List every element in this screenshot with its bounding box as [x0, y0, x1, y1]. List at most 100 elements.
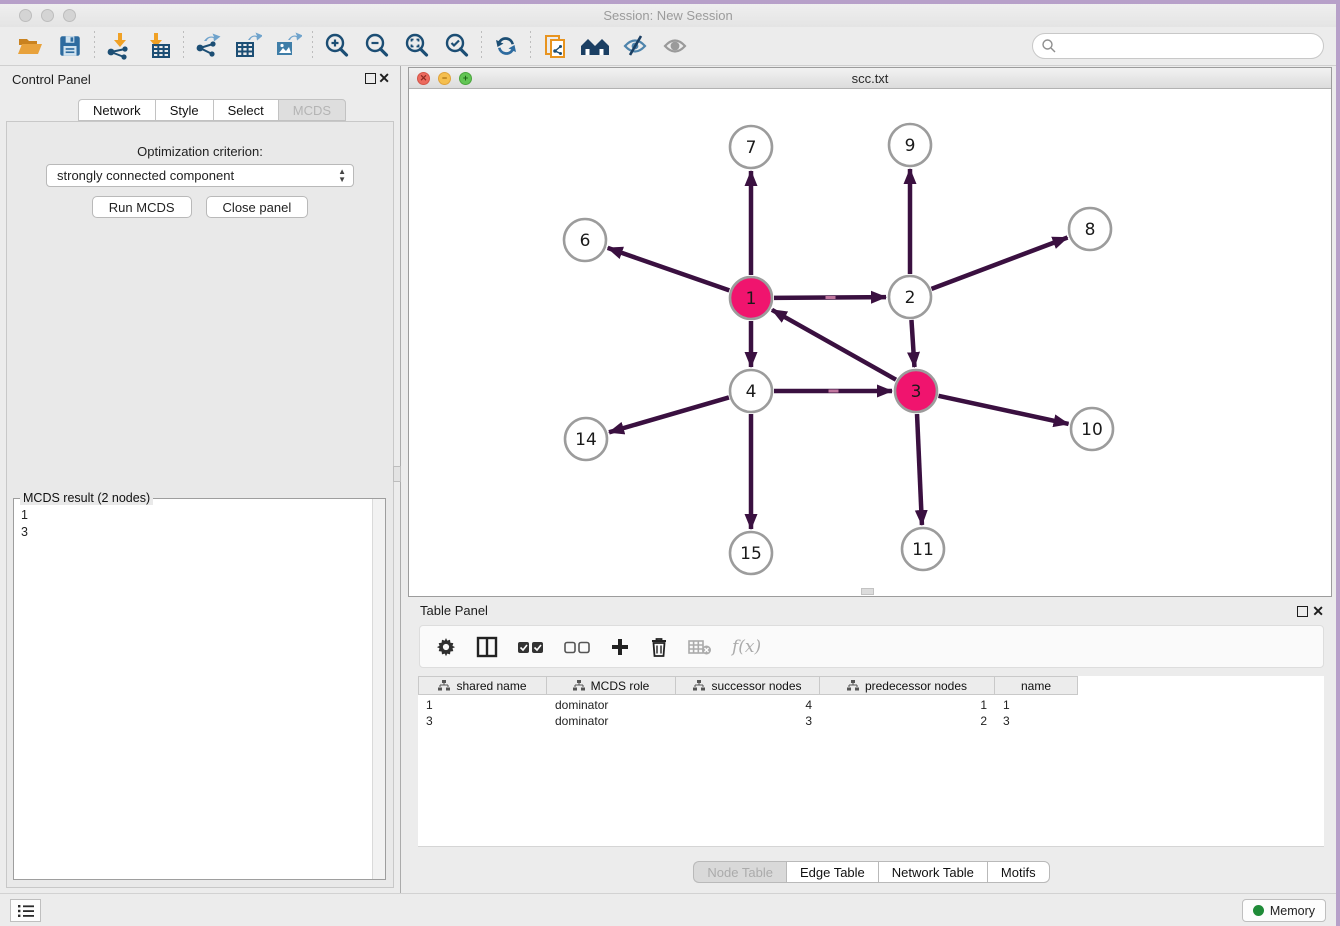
zoom-fit-icon[interactable]	[397, 30, 437, 62]
table-panel-title: Table Panel	[420, 603, 488, 618]
clone-network-icon[interactable]	[535, 30, 575, 62]
graph-node-label: 14	[575, 430, 597, 450]
graph-edge-1-6[interactable]	[608, 248, 730, 290]
cell-mcds-role[interactable]: dominator	[547, 697, 676, 713]
optimization-criterion-label: Optimization criterion:	[7, 144, 393, 159]
node-table: shared name MCDS role successor nodes pr…	[418, 676, 1324, 847]
mcds-result-list[interactable]: 1 3	[14, 499, 372, 879]
table-options-icon[interactable]	[436, 637, 456, 657]
zoom-in-icon[interactable]	[317, 30, 357, 62]
network-view-window: ✕ − + scc.txt 7968124314101511	[408, 67, 1332, 597]
cell-predecessor-nodes[interactable]: 1	[820, 697, 995, 713]
export-image-icon[interactable]	[268, 30, 308, 62]
control-panel-tabs: Network Style Select MCDS	[78, 99, 346, 121]
tree-icon	[573, 680, 585, 691]
network-window-title: scc.txt	[409, 71, 1331, 86]
graph-edge-3-1[interactable]	[772, 310, 896, 380]
cell-shared-name[interactable]: 1	[418, 697, 547, 713]
cell-name[interactable]: 3	[995, 713, 1078, 729]
task-history-button[interactable]	[10, 899, 41, 922]
horizontal-splitter-handle[interactable]	[861, 588, 874, 595]
column-header-name[interactable]: name	[995, 676, 1078, 695]
cell-predecessor-nodes[interactable]: 2	[820, 713, 995, 729]
tab-mcds[interactable]: MCDS	[278, 99, 346, 121]
close-panel-button[interactable]: Close panel	[206, 196, 309, 218]
select-all-check-icon[interactable]	[518, 640, 544, 654]
cell-successor-nodes[interactable]: 4	[676, 697, 820, 713]
tab-network[interactable]: Network	[78, 99, 155, 121]
memory-button[interactable]: Memory	[1242, 899, 1326, 922]
zoom-selected-icon[interactable]	[437, 30, 477, 62]
graph-node-label: 11	[912, 540, 934, 560]
cell-name[interactable]: 1	[995, 697, 1078, 713]
table-row[interactable]: 3 dominator 3 2 3	[418, 713, 1078, 729]
toolbar-separator	[312, 31, 313, 61]
network-canvas[interactable]: 7968124314101511	[409, 89, 1331, 596]
main-toolbar	[0, 27, 1336, 66]
graph-edge-3-11[interactable]	[917, 414, 922, 525]
table-float-icon[interactable]	[1297, 606, 1308, 617]
export-network-icon[interactable]	[188, 30, 228, 62]
graph-node-label: 3	[911, 382, 922, 402]
search-input[interactable]	[1032, 33, 1324, 59]
table-close-icon[interactable]: ✕	[1312, 604, 1324, 618]
table-tabs: Node Table Edge Table Network Table Moti…	[407, 861, 1336, 883]
toolbar-separator	[183, 31, 184, 61]
show-all-icon[interactable]	[655, 30, 695, 62]
search-box	[1032, 33, 1324, 59]
vertical-splitter-handle[interactable]	[393, 466, 401, 482]
column-header-mcds-role[interactable]: MCDS role	[547, 676, 676, 695]
cell-shared-name[interactable]: 3	[418, 713, 547, 729]
tab-motifs[interactable]: Motifs	[987, 861, 1050, 883]
network-window-titlebar: ✕ − + scc.txt	[409, 68, 1331, 89]
first-neighbors-icon[interactable]	[575, 30, 615, 62]
create-column-icon[interactable]	[610, 637, 630, 657]
import-table-icon[interactable]	[139, 30, 179, 62]
close-panel-icon[interactable]: ✕	[378, 71, 390, 85]
column-header-predecessor-nodes[interactable]: predecessor nodes	[820, 676, 995, 695]
column-header-successor-nodes[interactable]: successor nodes	[676, 676, 820, 695]
cell-successor-nodes[interactable]: 3	[676, 713, 820, 729]
cell-mcds-role[interactable]: dominator	[547, 713, 676, 729]
function-builder-icon[interactable]: f(x)	[732, 637, 761, 657]
delete-columns-icon[interactable]	[650, 637, 668, 657]
zoom-out-icon[interactable]	[357, 30, 397, 62]
mcds-result-box: MCDS result (2 nodes) 1 3	[13, 498, 386, 880]
app-window: Session: New Session	[0, 4, 1336, 926]
column-header-shared-name[interactable]: shared name	[418, 676, 547, 695]
deselect-all-check-icon[interactable]	[564, 640, 590, 654]
destroy-table-icon[interactable]	[688, 638, 712, 656]
open-session-icon[interactable]	[10, 30, 50, 62]
result-scrollbar[interactable]	[372, 499, 385, 879]
tab-edge-table[interactable]: Edge Table	[786, 861, 878, 883]
task-list-icon	[17, 904, 35, 918]
tree-icon	[438, 680, 450, 691]
main-titlebar: Session: New Session	[0, 4, 1336, 27]
graph-edge-3-10[interactable]	[938, 396, 1068, 424]
float-panel-icon[interactable]	[365, 73, 376, 84]
toolbar-separator	[94, 31, 95, 61]
graph-edge-2-3[interactable]	[911, 320, 914, 367]
graph-edge-2-8[interactable]	[932, 237, 1068, 288]
tab-style[interactable]: Style	[155, 99, 213, 121]
window-title: Session: New Session	[0, 8, 1336, 23]
run-mcds-button[interactable]: Run MCDS	[92, 196, 192, 218]
tab-select[interactable]: Select	[213, 99, 278, 121]
memory-label: Memory	[1270, 904, 1315, 918]
save-session-icon[interactable]	[50, 30, 90, 62]
optimization-criterion-select[interactable]: strongly connected component ▲▼	[46, 164, 354, 187]
hide-selected-icon[interactable]	[615, 30, 655, 62]
import-network-icon[interactable]	[99, 30, 139, 62]
export-table-icon[interactable]	[228, 30, 268, 62]
graph-edge-4-14[interactable]	[609, 397, 729, 432]
graph-node-label: 9	[905, 136, 916, 156]
graph-node-label: 4	[746, 382, 757, 402]
graph-node-label: 8	[1085, 220, 1096, 240]
show-columns-icon[interactable]	[476, 636, 498, 658]
table-row[interactable]: 1 dominator 4 1 1	[418, 697, 1078, 713]
tab-node-table[interactable]: Node Table	[693, 861, 786, 883]
control-panel: Control Panel ✕ Network Style Select MCD…	[0, 66, 400, 893]
apply-layout-icon[interactable]	[486, 30, 526, 62]
tab-network-table[interactable]: Network Table	[878, 861, 987, 883]
select-stepper-icon: ▲▼	[338, 168, 346, 184]
